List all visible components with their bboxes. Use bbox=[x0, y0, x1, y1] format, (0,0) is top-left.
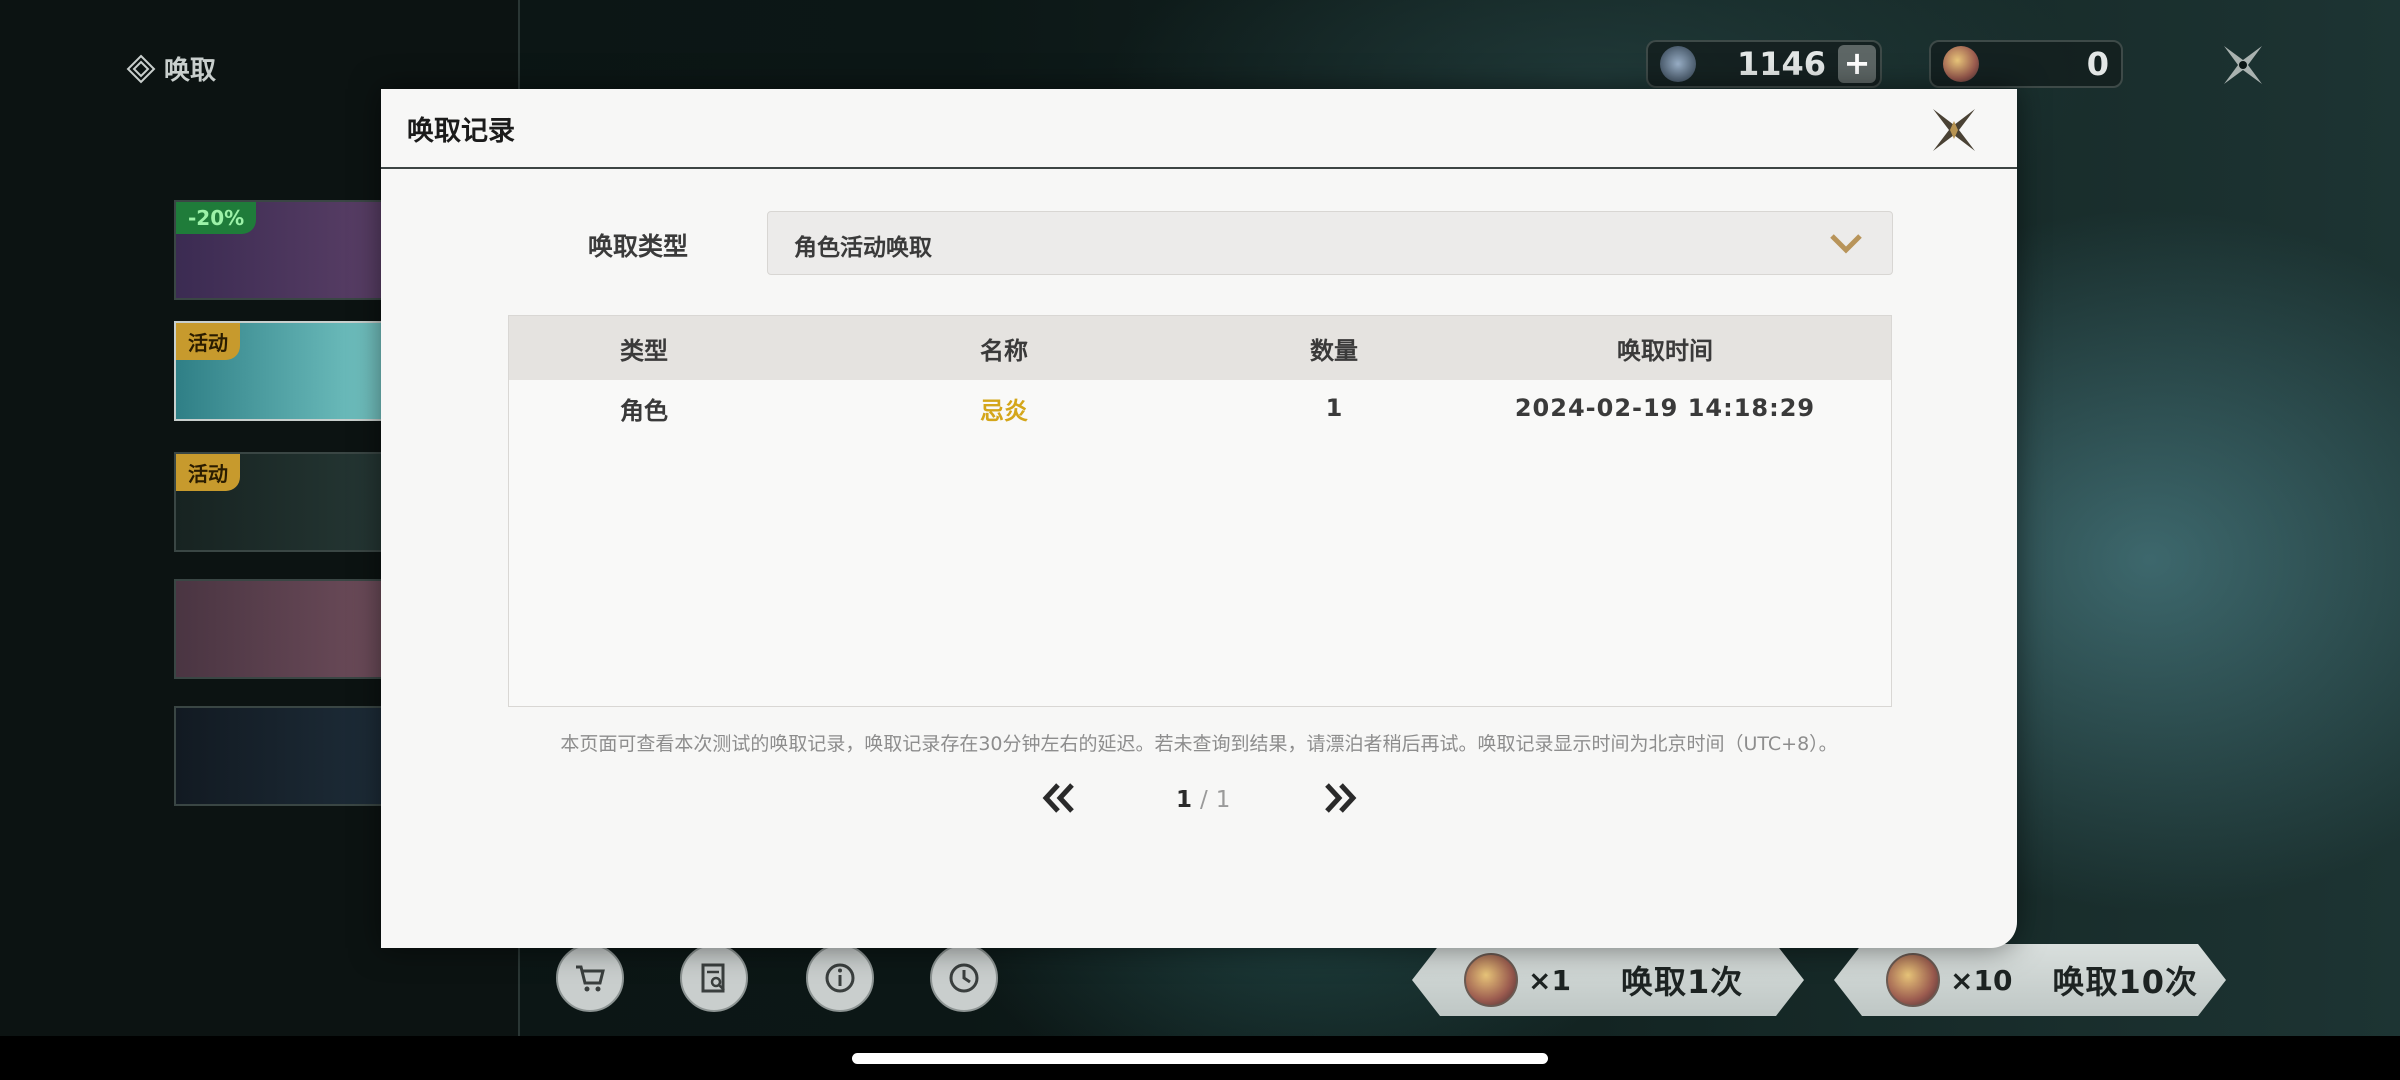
double-chevron-right-icon[interactable] bbox=[1321, 781, 1361, 815]
convene-record-dialog: 唤取记录 唤取类型 角色活动唤取 类型 名称 数量 唤取时间 角色 忌炎 1 2… bbox=[381, 89, 2017, 948]
discount-badge: -20% bbox=[176, 202, 257, 234]
coin-currency-value: 0 bbox=[2086, 45, 2109, 83]
star-currency-chip: 1146 + bbox=[1646, 40, 1882, 88]
section-header: 唤取 bbox=[126, 50, 216, 87]
dialog-title: 唤取记录 bbox=[407, 116, 515, 147]
dialog-header: 唤取记录 bbox=[381, 89, 2017, 169]
page-total: 1 bbox=[1215, 787, 1231, 813]
filter-label: 唤取类型 bbox=[588, 232, 689, 261]
coin-icon bbox=[1943, 46, 1979, 82]
record-note: 本页面可查看本次测试的唤取记录，唤取记录存在30分钟左右的延迟。若未查询到结果，… bbox=[560, 733, 1838, 755]
coin-currency-chip: 0 bbox=[1929, 40, 2123, 88]
page-current: 1 bbox=[1176, 787, 1193, 813]
table-header: 类型 名称 数量 唤取时间 bbox=[509, 316, 1891, 380]
convene-type-value: 角色活动唤取 bbox=[794, 235, 932, 261]
cell-type: 角色 bbox=[620, 396, 668, 425]
coin-icon bbox=[1886, 953, 1940, 1007]
table-row: 角色 忌炎 1 2024-02-19 14:18:29 bbox=[509, 380, 1891, 436]
history-button[interactable] bbox=[930, 944, 998, 1012]
history-icon bbox=[949, 963, 979, 993]
shop-button[interactable] bbox=[556, 944, 624, 1012]
pagination: 1 / 1 bbox=[381, 777, 2017, 821]
column-header-name: 名称 bbox=[980, 336, 1028, 365]
convene-icon bbox=[126, 54, 156, 83]
event-badge: 活动 bbox=[176, 454, 240, 491]
close-icon[interactable] bbox=[2216, 38, 2270, 92]
pull-once-label: 唤取1次 bbox=[1620, 963, 1744, 1001]
column-header-time: 唤取时间 bbox=[1617, 336, 1713, 365]
convene-type-select[interactable]: 角色活动唤取 bbox=[767, 211, 1893, 275]
pull-ten-label: 唤取10次 bbox=[2052, 963, 2198, 1001]
event-badge: 活动 bbox=[176, 323, 240, 360]
pull-once-button[interactable]: ×1 唤取1次 bbox=[1412, 944, 1804, 1016]
page-separator: / bbox=[1200, 787, 1208, 813]
record-table: 类型 名称 数量 唤取时间 角色 忌炎 1 2024-02-19 14:18:2… bbox=[508, 315, 1892, 707]
star-currency-value: 1146 bbox=[1736, 45, 1826, 83]
cell-count: 1 bbox=[1325, 394, 1343, 422]
info-button[interactable] bbox=[806, 944, 874, 1012]
double-chevron-left-icon[interactable] bbox=[1038, 781, 1078, 815]
plus-icon[interactable]: + bbox=[1838, 45, 1876, 83]
info-icon bbox=[825, 963, 855, 993]
pull-ten-button[interactable]: ×10 唤取10次 bbox=[1834, 944, 2226, 1016]
pull-ten-cost: ×10 bbox=[1950, 963, 2013, 997]
home-indicator[interactable] bbox=[852, 1053, 1548, 1064]
column-header-count: 数量 bbox=[1310, 336, 1358, 365]
pull-once-cost: ×1 bbox=[1528, 963, 1571, 997]
close-icon[interactable] bbox=[1927, 103, 1981, 157]
section-title: 唤取 bbox=[164, 56, 217, 86]
cell-name: 忌炎 bbox=[980, 396, 1028, 425]
coin-icon bbox=[1464, 953, 1518, 1007]
column-header-type: 类型 bbox=[620, 336, 668, 365]
cell-time: 2024-02-19 14:18:29 bbox=[1514, 394, 1816, 422]
record-button[interactable] bbox=[680, 944, 748, 1012]
page-indicator: 1 / 1 bbox=[1176, 787, 1230, 813]
star-currency-icon bbox=[1660, 46, 1696, 82]
record-icon bbox=[701, 963, 725, 993]
shop-icon bbox=[576, 965, 605, 992]
chevron-down-icon bbox=[1830, 234, 1862, 254]
